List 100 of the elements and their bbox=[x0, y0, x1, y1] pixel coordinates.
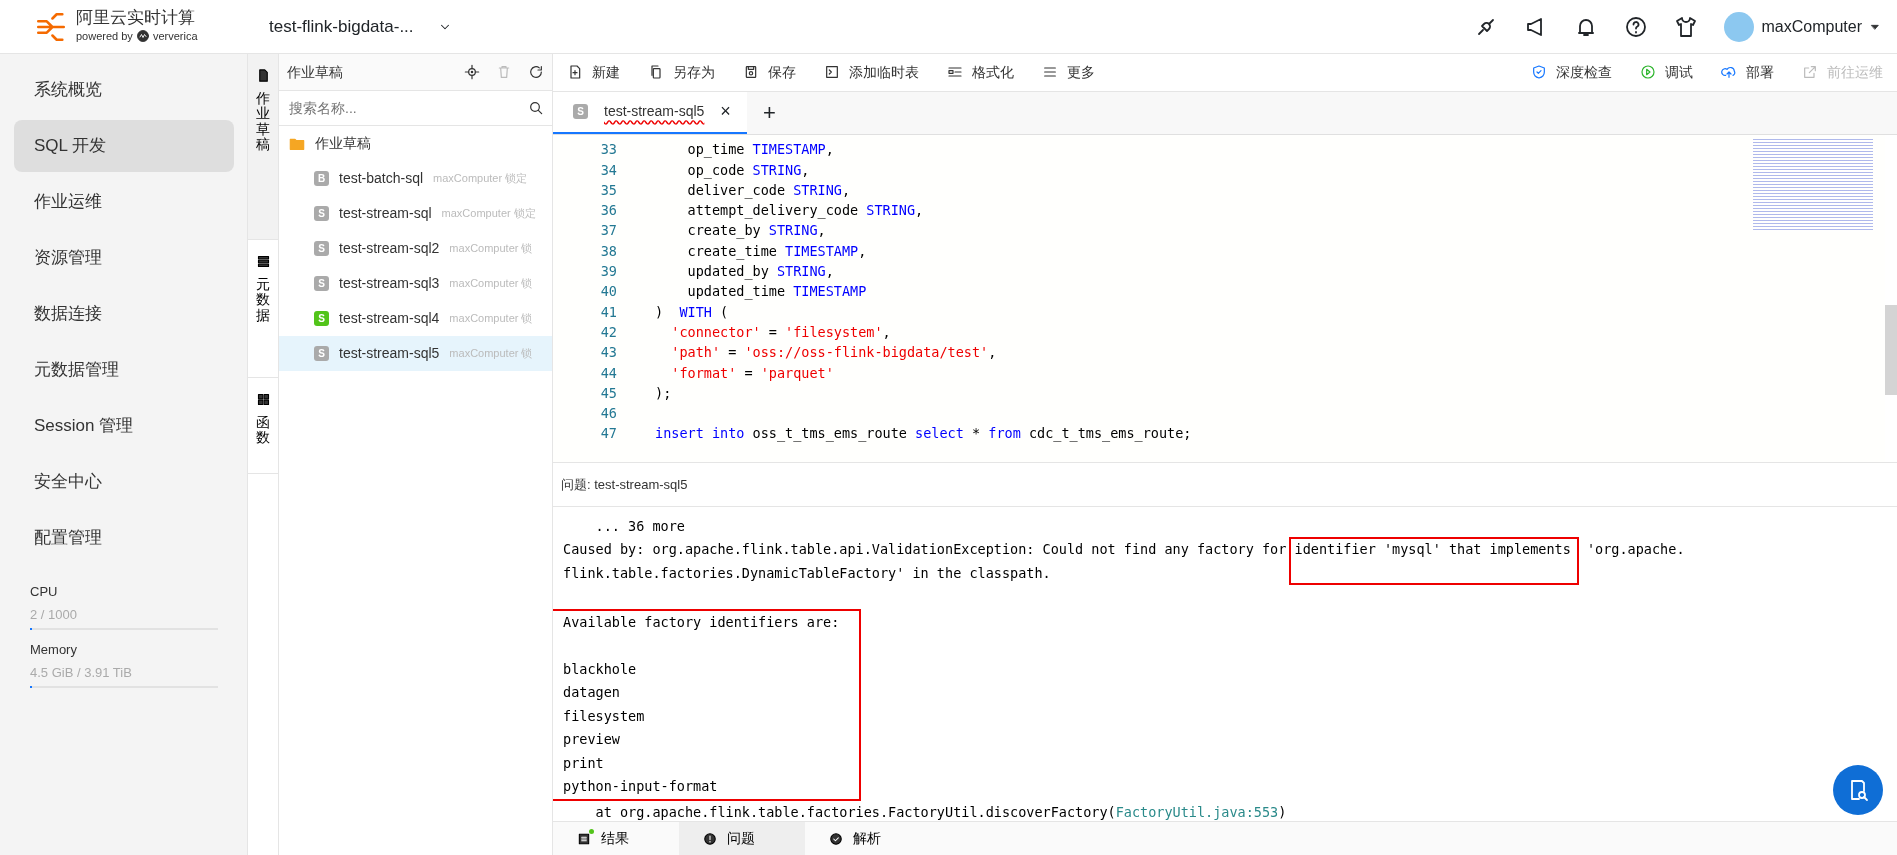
partner-name: ververica bbox=[152, 28, 198, 44]
lock-owner: maxComputer 锁 bbox=[449, 311, 533, 327]
bottom-tab[interactable]: 解析 bbox=[805, 822, 931, 855]
line-number: 35 bbox=[599, 180, 617, 200]
tab-title: test-stream-sql5 bbox=[604, 102, 705, 122]
code-line: 'connector' = 'filesystem', bbox=[670, 322, 891, 342]
nav-item[interactable]: SQL 开发 bbox=[14, 120, 234, 172]
log-line: ... 36 more bbox=[594, 517, 685, 534]
toolbar-button[interactable]: 调试 bbox=[1626, 61, 1707, 83]
line-number: 40 bbox=[599, 282, 617, 302]
code-line: op_code STRING, bbox=[686, 160, 810, 180]
file-item[interactable]: S test-stream-sql maxComputer 锁定 bbox=[279, 196, 552, 231]
panel-title: 作业草稿 bbox=[287, 62, 343, 82]
user-menu[interactable]: maxComputer bbox=[1722, 10, 1881, 43]
list-icon bbox=[577, 831, 591, 846]
line-number: 42 bbox=[599, 322, 617, 342]
new-file-icon bbox=[567, 64, 583, 81]
lock-owner: maxComputer 锁 bbox=[449, 346, 533, 362]
line-number: 34 bbox=[599, 160, 617, 180]
file-item[interactable]: B test-batch-sql maxComputer 锁定 bbox=[279, 161, 552, 196]
locate-icon[interactable] bbox=[464, 64, 480, 80]
lock-owner: maxComputer 锁定 bbox=[433, 171, 528, 187]
code-line: 'path' = 'oss://oss-flink-bigdata/test', bbox=[670, 343, 997, 363]
refresh-icon[interactable] bbox=[528, 64, 544, 80]
terminal-icon bbox=[824, 64, 840, 81]
play-icon bbox=[1640, 64, 1656, 81]
nav-item[interactable]: 配置管理 bbox=[14, 512, 234, 564]
resource-reading: 4.5 GiB / 3.91 TiB bbox=[30, 663, 133, 682]
line-number: 39 bbox=[599, 262, 617, 282]
external-link-icon bbox=[1802, 64, 1818, 81]
nav-item[interactable]: 数据连接 bbox=[14, 288, 234, 340]
file-item[interactable]: S test-stream-sql5 maxComputer 锁 bbox=[279, 336, 552, 371]
file-name: test-stream-sql bbox=[339, 204, 432, 223]
line-number: 33 bbox=[599, 140, 617, 160]
side-tab[interactable]: 作业草稿 bbox=[248, 54, 278, 240]
alert-icon bbox=[703, 831, 717, 846]
file-type-badge: S bbox=[314, 311, 329, 326]
bottom-tab[interactable]: 结果 bbox=[553, 822, 679, 855]
code-line: 'format' = 'parquet' bbox=[670, 363, 834, 383]
source-link[interactable]: FactoryUtil.java:553 bbox=[1115, 803, 1279, 820]
file-name: test-stream-sql2 bbox=[339, 239, 440, 258]
log-line: preview bbox=[563, 731, 620, 748]
add-tab-button[interactable]: + bbox=[762, 96, 776, 130]
resource-reading: 2 / 1000 bbox=[30, 605, 78, 624]
log-line: flink.table.factories.DynamicTableFactory' in the classpath. bbox=[563, 564, 1051, 581]
folder-item[interactable]: 作业草稿 bbox=[279, 126, 552, 161]
file-type-badge: S bbox=[314, 206, 329, 221]
toolbar-button[interactable]: 格式化 bbox=[933, 61, 1028, 83]
log-line: at org.apache.flink.table.factories.FactoryUtil.discoverFactory(FactoryUtil.java:553) bbox=[594, 803, 1287, 820]
nav-item[interactable]: 安全中心 bbox=[14, 456, 234, 508]
nav-item[interactable]: 资源管理 bbox=[14, 232, 234, 284]
file-item[interactable]: S test-stream-sql4 maxComputer 锁 bbox=[279, 301, 552, 336]
toolbar-button[interactable]: 部署 bbox=[1707, 61, 1788, 83]
panel-title: 问题: test-stream-sql5 bbox=[561, 475, 688, 494]
log-line: print bbox=[563, 754, 604, 771]
editor-tab[interactable]: S test-stream-sql5 × bbox=[553, 91, 747, 135]
code-line: deliver_code STRING, bbox=[686, 180, 851, 201]
nav-item[interactable]: Session 管理 bbox=[14, 400, 234, 452]
brand-title: 阿里云实时计算 bbox=[76, 8, 196, 28]
help-doc-button[interactable] bbox=[1833, 765, 1883, 815]
avatar bbox=[1723, 11, 1754, 42]
code-line: ) WITH ( bbox=[655, 302, 729, 322]
toolbar-button[interactable]: 保存 bbox=[729, 61, 810, 83]
file-item[interactable]: S test-stream-sql2 maxComputer 锁 bbox=[279, 231, 552, 266]
toolbar-button[interactable]: 添加临时表 bbox=[810, 61, 933, 83]
tshirt-icon[interactable] bbox=[1673, 14, 1698, 39]
nav-item[interactable]: 元数据管理 bbox=[14, 344, 234, 396]
nav-item[interactable]: 作业运维 bbox=[14, 176, 234, 228]
toolbar-button[interactable]: 深度检查 bbox=[1517, 61, 1626, 83]
log-line: python-input-format bbox=[563, 778, 718, 795]
file-item[interactable]: S test-stream-sql3 maxComputer 锁 bbox=[279, 266, 552, 301]
code-line: create_time TIMESTAMP, bbox=[686, 241, 867, 262]
cloud-upload-icon bbox=[1721, 64, 1737, 81]
workspace-selector[interactable]: test-flink-bigdata-... bbox=[256, 6, 465, 47]
line-number: 47 bbox=[599, 424, 617, 444]
line-number: 37 bbox=[599, 221, 617, 241]
copy-icon bbox=[648, 64, 664, 81]
line-number: 36 bbox=[599, 201, 617, 221]
code-line: attempt_delivery_code STRING, bbox=[686, 201, 924, 221]
toolbar-button[interactable]: 另存为 bbox=[634, 61, 729, 83]
bottom-tab[interactable]: 问题 bbox=[679, 822, 805, 855]
close-button[interactable]: × bbox=[720, 98, 731, 126]
toolbar-button[interactable]: 新建 bbox=[553, 61, 634, 83]
file-type-badge: B bbox=[314, 171, 329, 186]
nav-item[interactable]: 系统概览 bbox=[14, 64, 234, 116]
line-number: 41 bbox=[599, 302, 617, 322]
line-number: 46 bbox=[599, 404, 617, 424]
code-line: updated_by STRING, bbox=[686, 262, 834, 282]
status-dot bbox=[589, 828, 594, 834]
file-name: test-batch-sql bbox=[339, 169, 424, 188]
code-line: op_time TIMESTAMP, bbox=[686, 140, 834, 160]
lock-owner: maxComputer 锁 bbox=[449, 241, 533, 257]
line-number: 43 bbox=[599, 343, 617, 363]
code-line: updated_time TIMESTAMP bbox=[686, 282, 867, 302]
help-icon[interactable] bbox=[1623, 14, 1648, 39]
toolbar-button[interactable]: 更多 bbox=[1028, 61, 1109, 83]
log-line: blackhole bbox=[563, 660, 637, 677]
code-line: create_by STRING, bbox=[686, 221, 826, 241]
search-icon bbox=[528, 100, 544, 116]
lock-owner: maxComputer 锁定 bbox=[441, 206, 536, 222]
